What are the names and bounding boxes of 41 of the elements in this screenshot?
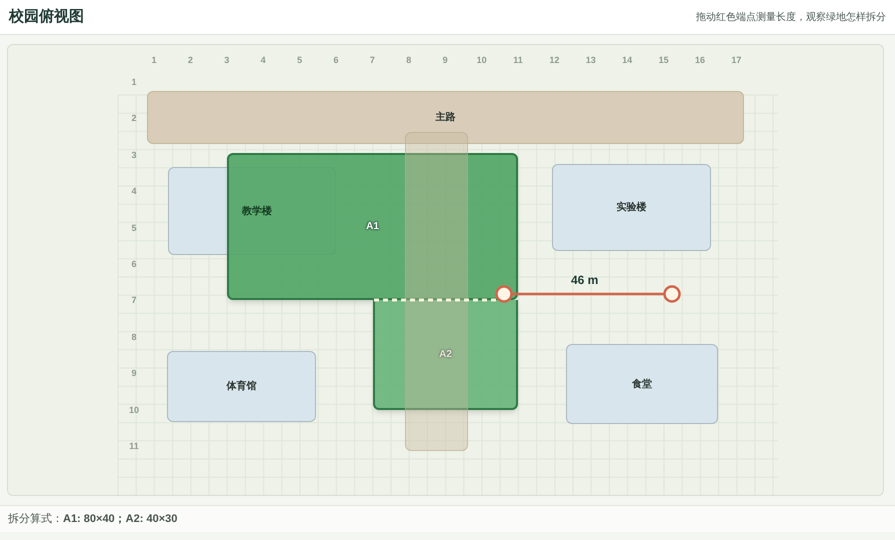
row-label: 11	[128, 440, 140, 453]
road: 主路	[147, 91, 744, 144]
column-label: 8	[405, 54, 412, 67]
row-label: 4	[130, 185, 138, 198]
drag-handle[interactable]	[495, 285, 513, 303]
building-label: 教学楼	[240, 204, 272, 218]
column-label: 10	[476, 54, 488, 67]
row-label: 1	[130, 76, 138, 89]
column-label: 3	[223, 54, 230, 67]
column-label: 6	[332, 54, 340, 67]
page-title: 校园俯视图	[9, 6, 84, 27]
formula-text: 拆分算式：A1: 80×40；A2: 40×30	[8, 512, 178, 527]
row-label: 6	[130, 258, 138, 271]
measure-reading: 46 m	[571, 272, 598, 289]
row-label: 10	[128, 404, 140, 417]
column-label: 13	[584, 54, 597, 67]
column-label: 12	[548, 54, 560, 67]
column-label: 4	[260, 54, 267, 67]
column-label: 16	[694, 54, 706, 67]
drag-handle[interactable]	[663, 285, 681, 303]
column-label: 1	[150, 54, 158, 67]
row-label: 8	[130, 330, 138, 344]
column-label: 11	[512, 54, 524, 67]
column-label: 7	[368, 54, 376, 67]
building-label: 体育馆	[226, 379, 256, 394]
row-label: 3	[130, 148, 138, 162]
column-label: 9	[442, 54, 449, 67]
instruction-text: 拖动红色端点测量长度，观察绿地怎样拆分	[696, 10, 886, 24]
column-label: 5	[296, 54, 304, 67]
row-label: 2	[130, 112, 138, 126]
row-label: 5	[130, 222, 138, 235]
column-label: 14	[621, 54, 634, 67]
column-label: 17	[730, 54, 742, 67]
row-label: 9	[130, 367, 138, 380]
row-label: 7	[130, 294, 138, 308]
area-label: A1	[366, 220, 379, 234]
column-label: 2	[186, 54, 194, 67]
building-label: 实验楼	[616, 200, 646, 215]
building-label: 食堂	[632, 378, 652, 392]
area-label: A2	[439, 348, 452, 362]
column-label: 15	[658, 54, 670, 67]
